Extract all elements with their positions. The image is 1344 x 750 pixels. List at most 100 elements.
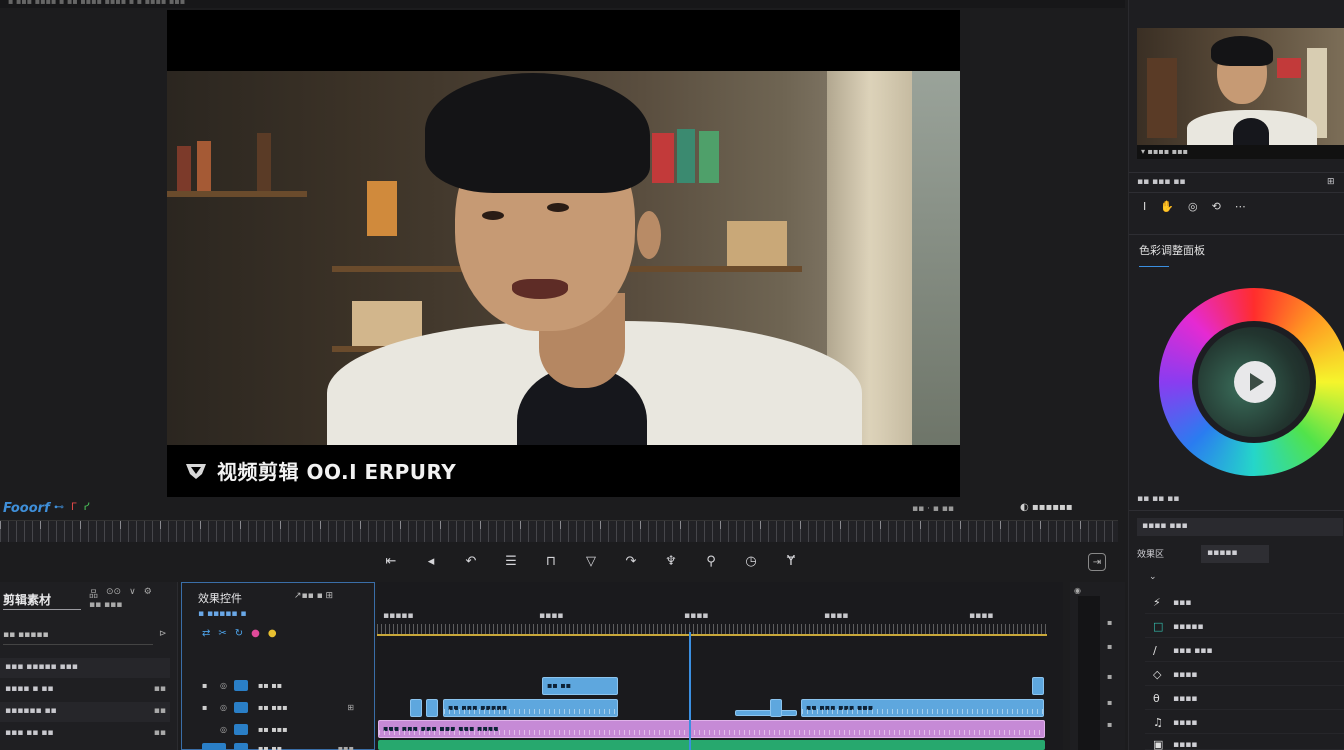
chevron-down-icon[interactable]: ∨ (129, 587, 136, 600)
blue-marker-icon[interactable]: ⊷ (54, 502, 64, 513)
color-panel-title[interactable]: 色彩调整面板 (1139, 242, 1205, 258)
effect-item[interactable]: □ ▪▪▪▪▪ (1145, 616, 1344, 638)
clock-icon[interactable]: ◷ (738, 550, 764, 572)
eye-icon[interactable]: ◎ (220, 703, 227, 712)
export-frame-button[interactable]: ⇥ (1088, 553, 1106, 571)
effect-item[interactable]: ◇ ▪▪▪▪ (1145, 664, 1344, 686)
track-target-chip[interactable] (234, 724, 248, 735)
effect-item[interactable]: ∕ ▪▪▪ ▪▪▪ (1145, 640, 1344, 662)
effect-item[interactable]: θ ▪▪▪▪ (1145, 688, 1344, 710)
razor-icon[interactable]: ✂ (218, 628, 226, 639)
close-icon[interactable]: ⊞ (1327, 177, 1335, 187)
video-clip[interactable]: ▪▪ ▪▪▪ ▪▪▪▪▪ (443, 699, 618, 717)
timeline-panel[interactable]: ▪▪▪▪▪ ▪▪▪▪ ▪▪▪▪ ▪▪▪▪ ▪▪▪▪ ▪▪ ▪▪ ▪▪ ▪▪▪ ▪… (377, 582, 1063, 750)
book (652, 133, 674, 183)
track-header[interactable]: ▪▪ ▪▪ ▪▪▪ (182, 740, 374, 750)
track-target-chip[interactable] (202, 743, 226, 750)
meter-scale-label: ▪ (1107, 672, 1113, 681)
red-marker-icon[interactable]: ᒥ (71, 502, 77, 513)
video-clip[interactable]: ▪▪ ▪▪ (542, 677, 618, 695)
list-icon[interactable]: ☰ (498, 550, 524, 572)
video-clip[interactable] (426, 699, 438, 717)
audio-clip[interactable]: ▪▪▪ ▪▪▪ ▪▪▪ ▪▪▪ ▪▪▪ ▪▪▪▪ (378, 720, 1045, 738)
binoculars-icon[interactable]: ⊙⊙ (106, 587, 121, 600)
effect-item[interactable]: ⚡ ▪▪▪ (1145, 592, 1344, 614)
list-item[interactable]: ▪▪▪▪▪▪ ▪▪ ▪▪ (0, 702, 170, 722)
tab-underline (3, 609, 81, 610)
monitor-scrub-ruler[interactable] (0, 520, 1118, 542)
track-header[interactable]: ▪ ◎ ▪▪ ▪▪ (182, 677, 374, 697)
filter-icon[interactable]: ▽ (578, 550, 604, 572)
program-monitor[interactable]: 视频剪辑 OO.I ERPURY (167, 10, 960, 497)
tab-effects[interactable]: 效果区 (1137, 547, 1164, 560)
title-caption[interactable]: 视频剪辑 OO.I ERPURY (185, 456, 456, 485)
video-clip[interactable]: ▪▪ ▪▪▪ ▪▪▪ ▪▪▪ (801, 699, 1044, 717)
track-header[interactable]: ▪ ◎ ▪▪ ▪▪▪ ⊞ (182, 699, 374, 719)
book (197, 141, 211, 191)
color-wheel-label: ▪▪ ▪▪ ▪▪ (1137, 494, 1180, 504)
project-search-input[interactable]: ▪▪ ▪▪▪▪▪ (3, 627, 153, 645)
yellow-dot-icon[interactable]: ● (268, 628, 277, 639)
search-icon[interactable]: ⊳ (159, 629, 167, 639)
grid-view-icon[interactable]: 品 (89, 587, 98, 600)
meter-scale-label: ▪ (1107, 720, 1113, 729)
work-area-bar[interactable] (377, 634, 1047, 636)
eye-icon[interactable]: ◎ (220, 725, 227, 734)
effect-item[interactable]: ♫ ▪▪▪▪ (1145, 712, 1344, 734)
video-clip[interactable] (1032, 677, 1044, 695)
green-marker-icon[interactable]: ᓯ (84, 502, 90, 513)
meter-scale-label: ▪ (1107, 618, 1113, 627)
track-header[interactable]: ◎ ▪▪ ▪▪▪ (182, 721, 374, 741)
forward-icon[interactable]: ↷ (618, 550, 644, 572)
track-option[interactable]: ▪▪▪ (338, 744, 354, 750)
list-item[interactable]: ▪▪▪ ▪▪▪▪▪ ▪▪▪ (0, 658, 170, 678)
color-wheel-ring (1192, 321, 1316, 443)
circle-tool-icon[interactable]: ◎ (1188, 200, 1198, 213)
track-target-chip[interactable] (234, 743, 248, 750)
effect-item[interactable]: ▣ ▪▪▪▪ (1145, 734, 1344, 750)
track-target-chip[interactable] (234, 680, 248, 691)
video-clip[interactable] (410, 699, 422, 717)
playhead[interactable] (689, 632, 691, 750)
list-item-value: ▪▪ (153, 728, 166, 738)
source-preview[interactable] (1137, 28, 1344, 145)
more-tools-icon[interactable]: ⋯ (1235, 200, 1246, 213)
audio-clip-green[interactable] (378, 740, 1045, 750)
mark-in-icon[interactable]: ⇤ (378, 550, 404, 572)
list-item[interactable]: ▪▪▪ ▪▪ ▪▪ ▪▪ (0, 724, 170, 744)
extract-icon[interactable]: ⚲ (698, 550, 724, 572)
refresh-icon[interactable]: ↻ (235, 628, 243, 639)
timeline-ruler[interactable]: ▪▪▪▪▪ ▪▪▪▪ ▪▪▪▪ ▪▪▪▪ ▪▪▪▪ (377, 608, 1047, 634)
hand-tool-icon[interactable]: ✋ (1160, 200, 1174, 213)
video-clip[interactable] (770, 699, 782, 717)
effect-controls-options[interactable]: ↗▪▪ ▪ ⊞ (294, 591, 333, 601)
list-item[interactable]: ▪▪▪▪ ▪ ▪▪ ▪▪ (0, 680, 170, 700)
monitor-timecode-right: ◐ ▪▪▪▪▪▪ (1020, 502, 1073, 513)
chevron-down-icon[interactable]: ⌄ (1149, 572, 1157, 582)
panel-dropdown[interactable]: ▪▪▪▪ ▪▪▪ (1137, 518, 1343, 536)
divider (1129, 172, 1344, 173)
step-back-icon[interactable]: ◂ (418, 550, 444, 572)
project-panel-title[interactable]: 剪辑素材 (3, 591, 51, 608)
lift-icon[interactable]: Ɏ (778, 550, 804, 572)
color-wheel-center[interactable] (1198, 327, 1310, 437)
effect-controls-title[interactable]: 效果控件 (198, 590, 242, 606)
track-option[interactable]: ⊞ (347, 703, 354, 712)
menu-bar-text[interactable]: ▪ ▪▪▪ ▪▪▪▪ ▪ ▪▪ ▪▪▪▪ ▪▪▪▪ ▪ ▪ ▪▪▪▪ ▪▪▪ (8, 0, 185, 6)
play-icon[interactable] (1234, 361, 1276, 403)
source-preview-bar[interactable]: ▾ ▪▪▪▪ ▪▪▪ (1137, 145, 1344, 159)
rotate-tool-icon[interactable]: ⟲ (1212, 200, 1221, 213)
mark-out-icon[interactable]: ⊓ (538, 550, 564, 572)
video-clip[interactable] (735, 710, 797, 716)
track-target-chip[interactable] (234, 702, 248, 713)
transport-controls: ⇤ ◂ ↶ ☰ ⊓ ▽ ↷ ♆ ⚲ ◷ Ɏ (378, 550, 804, 572)
swap-icon[interactable]: ⇄ (202, 628, 210, 639)
rewind-icon[interactable]: ↶ (458, 550, 484, 572)
type-tool-icon[interactable]: I (1143, 200, 1146, 213)
pink-dot-icon[interactable]: ● (251, 628, 260, 639)
eye-icon[interactable]: ◎ (220, 681, 227, 690)
color-wheel[interactable] (1159, 288, 1344, 476)
gear-icon[interactable]: ⚙ (144, 587, 152, 600)
trim-icon[interactable]: ♆ (658, 550, 684, 572)
tab-presets[interactable]: ▪▪▪▪▪ (1201, 545, 1269, 563)
